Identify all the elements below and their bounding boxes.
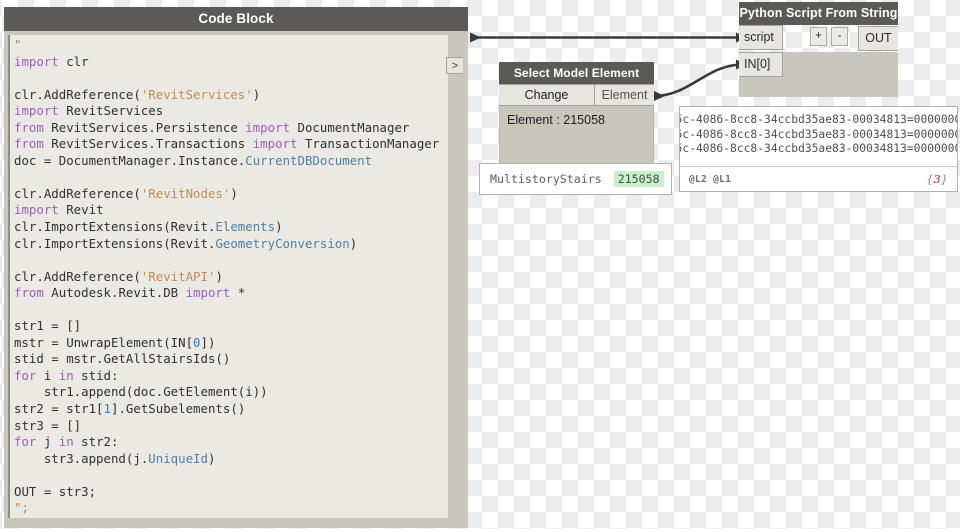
python-input-port-in0[interactable]: IN[0]	[739, 52, 783, 77]
python-script-preview: 845c-4086-8cc8-34ccbd35ae83-00034813=000…	[679, 106, 958, 192]
python-input-port-script[interactable]: script	[739, 25, 783, 50]
select-model-element-port-row: Change Element	[499, 84, 654, 106]
remove-input-button[interactable]: -	[831, 27, 848, 46]
preview-element-id: 215058	[613, 171, 664, 187]
select-model-element-preview: MultistoryStairs 215058	[479, 163, 672, 195]
select-model-element-output-port[interactable]: Element	[595, 84, 654, 106]
python-preview-rows[interactable]: 845c-4086-8cc8-34ccbd35ae83-00034813=000…	[680, 107, 957, 166]
preview-item-count: {3}	[926, 172, 948, 186]
change-button[interactable]: Change	[499, 84, 595, 106]
add-input-button[interactable]: +	[810, 27, 827, 46]
preview-row: 845c-4086-8cc8-34ccbd35ae83-00034813=000…	[680, 113, 957, 126]
dynamo-graph-canvas[interactable]: Code Block " import clr clr.AddReference…	[0, 0, 960, 529]
python-script-body[interactable]: IN[0]	[739, 52, 898, 97]
node-select-model-element[interactable]: Select Model Element Change Element Elem…	[499, 62, 654, 178]
preview-levels-label[interactable]: @L2 @L1	[689, 174, 731, 185]
node-code-block[interactable]: Code Block " import clr clr.AddReference…	[4, 7, 468, 528]
code-block-editor[interactable]: " import clr clr.AddReference('RevitServ…	[8, 35, 448, 518]
preview-row: 845c-4086-8cc8-34ccbd35ae83-00034813=000…	[680, 142, 957, 155]
code-block-scroll-gutter[interactable]	[446, 35, 464, 518]
code-block-title: Code Block	[4, 7, 468, 31]
python-output-port[interactable]: OUT	[858, 26, 898, 51]
code-block-source[interactable]: " import clr clr.AddReference('RevitServ…	[10, 35, 448, 517]
python-preview-footer: @L2 @L1 {3}	[680, 166, 957, 191]
selected-element-label: Element : 215058	[507, 113, 605, 127]
preview-type-name: MultistoryStairs	[490, 172, 602, 186]
node-python-script-from-string[interactable]: Python Script From String script + - OUT…	[739, 2, 898, 97]
preview-row: 845c-4086-8cc8-34ccbd35ae83-00034813=000…	[680, 127, 957, 141]
code-block-body[interactable]: " import clr clr.AddReference('RevitServ…	[4, 31, 468, 528]
code-block-output-port[interactable]: >	[446, 57, 463, 74]
select-model-element-title: Select Model Element	[499, 62, 654, 84]
python-script-port-row-1: script + - OUT	[739, 25, 898, 52]
python-script-title: Python Script From String	[739, 2, 898, 25]
